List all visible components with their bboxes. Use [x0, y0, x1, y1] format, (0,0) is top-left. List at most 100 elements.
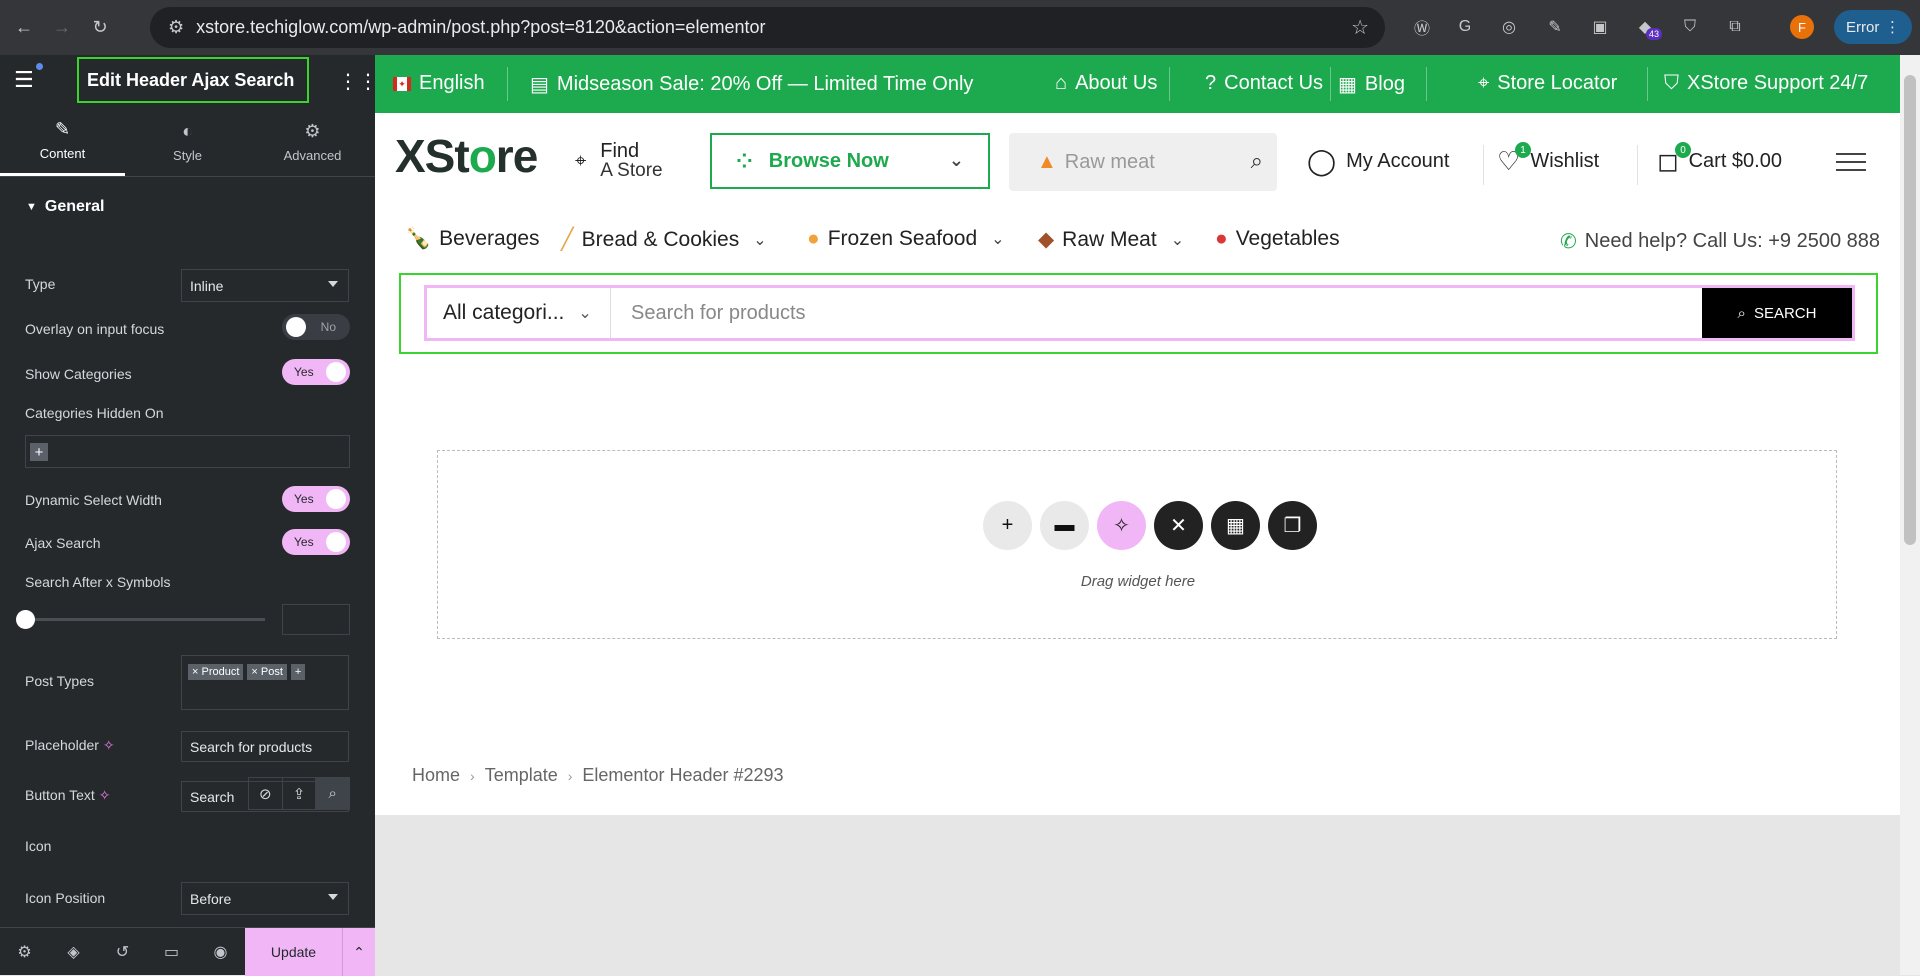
copy-icon[interactable]: ❐: [1268, 501, 1317, 550]
search-after-input[interactable]: [282, 604, 350, 635]
slider-handle[interactable]: [16, 610, 35, 629]
about-link[interactable]: ⌂ About Us: [1055, 72, 1157, 95]
cart-link[interactable]: ◻ 0 Cart $0.00: [1657, 142, 1782, 177]
forward-icon[interactable]: →: [48, 14, 76, 42]
product-search-input[interactable]: Search for products: [611, 288, 1702, 338]
category-value: All categori...: [443, 301, 565, 324]
translate-icon[interactable]: G: [1450, 12, 1480, 42]
icon-position-select[interactable]: Before: [181, 882, 349, 915]
support-link[interactable]: ⛉ XStore Support 24/7: [1664, 72, 1868, 95]
shield-check-icon: ⛉: [1664, 72, 1679, 94]
type-select[interactable]: Inline: [181, 269, 349, 302]
pencil-icon: ✎: [54, 119, 71, 139]
ai-sparkle-icon[interactable]: ✧: [99, 787, 111, 803]
add-icon[interactable]: +: [30, 443, 48, 461]
find-store-link[interactable]: ⌖ Find A Store: [575, 141, 663, 181]
overlay-toggle[interactable]: No: [282, 314, 350, 340]
ai-sparkle-icon[interactable]: ✧: [103, 737, 115, 753]
ticket-icon: ▤: [530, 74, 549, 96]
type-value: Inline: [190, 277, 224, 294]
menu-item-raw-meat[interactable]: ◆ Raw Meat ⌄: [1038, 227, 1184, 252]
address-bar[interactable]: ⚙ xstore.techiglow.com/wp-admin/post.php…: [150, 7, 1385, 48]
contact-link[interactable]: ? Contact Us: [1205, 72, 1323, 95]
browse-now-button[interactable]: ⁘ Browse Now ⌄: [710, 133, 990, 189]
add-icon[interactable]: +: [290, 664, 306, 680]
template-library-icon[interactable]: ▦: [1211, 501, 1260, 550]
language-switcher[interactable]: ✦ English: [393, 72, 485, 95]
menu-item-frozen-seafood[interactable]: ● Frozen Seafood ⌄: [807, 227, 1005, 251]
search-icon-option[interactable]: ⌕: [316, 778, 350, 809]
my-account-link[interactable]: ◯ My Account: [1307, 146, 1450, 177]
post-types-label: Post Types: [25, 673, 95, 689]
preview-eye-icon[interactable]: ◉: [196, 928, 245, 976]
layers-icon[interactable]: ◈: [49, 928, 98, 976]
back-icon[interactable]: ←: [10, 14, 38, 42]
screen-capture-icon[interactable]: ▣: [1585, 12, 1615, 42]
breadcrumb-template[interactable]: Template: [485, 765, 558, 786]
search-icon[interactable]: ⌕: [1251, 148, 1263, 174]
error-button[interactable]: Error ⋮: [1834, 10, 1912, 44]
extension-badge-icon[interactable]: ◆ 43: [1630, 12, 1663, 42]
site-logo[interactable]: XStore: [395, 129, 538, 183]
menu-item-beverages[interactable]: 🍾 Beverages: [405, 227, 540, 251]
header-search-input[interactable]: ▲ Raw meat ⌕: [1009, 133, 1277, 191]
category-select[interactable]: All categori... ⌄: [427, 288, 611, 338]
placeholder-input[interactable]: Search for products: [181, 731, 349, 762]
widget-dropzone[interactable]: + ▬ ✧ ✕ ▦ ❐ Drag widget here: [437, 450, 1837, 639]
menu-icon[interactable]: ☰: [14, 69, 36, 91]
post-type-chip[interactable]: × Product: [188, 664, 244, 680]
store-locator-link[interactable]: ⌖ Store Locator: [1478, 72, 1617, 95]
tab-label: Content: [39, 146, 86, 161]
add-section-icon[interactable]: +: [983, 501, 1032, 550]
reload-icon[interactable]: ↻: [86, 14, 114, 42]
responsive-icon[interactable]: ▭: [147, 928, 196, 976]
sync-icon[interactable]: ◎: [1494, 12, 1524, 42]
no-icon-option[interactable]: ⊘: [249, 778, 283, 809]
site-info-icon[interactable]: ⚙: [168, 17, 184, 38]
find-line-1: Find: [600, 140, 640, 162]
menu-item-bread[interactable]: ╱ Bread & Cookies ⌄: [561, 227, 767, 252]
panel-title: Edit Header Ajax Search: [77, 57, 309, 103]
blog-link[interactable]: ▦ Blog: [1338, 72, 1405, 97]
profile-avatar[interactable]: F: [1790, 15, 1814, 39]
account-label: My Account: [1346, 150, 1450, 172]
xstore-icon[interactable]: ✕: [1154, 501, 1203, 550]
post-types-field[interactable]: × Product × Post +: [181, 655, 349, 710]
folder-icon[interactable]: ▬: [1040, 501, 1089, 550]
tab-content[interactable]: ✎ Content: [0, 107, 125, 176]
search-button[interactable]: ⌕ SEARCH: [1702, 288, 1852, 338]
help-phone[interactable]: ✆ Need help? Call Us: +9 2500 888: [1560, 229, 1880, 254]
tab-advanced[interactable]: ⚙ Advanced: [250, 107, 375, 176]
history-icon[interactable]: ↺: [98, 928, 147, 976]
strawberry-icon: ●: [1215, 227, 1228, 250]
wordpress-icon[interactable]: Ⓦ: [1407, 12, 1437, 42]
upload-icon-option[interactable]: ⇪: [283, 778, 317, 809]
post-type-chip[interactable]: × Post: [247, 664, 287, 680]
eyedropper-icon[interactable]: ✎: [1540, 12, 1570, 42]
bookmark-star-icon[interactable]: ☆: [1351, 15, 1369, 40]
breadcrumb-home[interactable]: Home: [412, 765, 460, 786]
page-scrollbar[interactable]: [1900, 55, 1920, 975]
divider: [1426, 67, 1427, 101]
chevron-up-icon[interactable]: ⌃: [342, 928, 375, 976]
scrollbar-thumb[interactable]: [1904, 75, 1916, 545]
show-categories-toggle[interactable]: Yes: [282, 359, 350, 385]
tab-style[interactable]: ◐ Style: [125, 107, 250, 176]
phone-icon: ✆: [1560, 231, 1577, 253]
dynamic-width-toggle[interactable]: Yes: [282, 486, 350, 512]
ajax-search-toggle[interactable]: Yes: [282, 529, 350, 555]
ai-sparkle-icon[interactable]: ✧: [1097, 501, 1146, 550]
overlay-label: Overlay on input focus: [25, 321, 165, 337]
bread-icon: ╱: [561, 228, 574, 251]
promo-link[interactable]: ▤ Midseason Sale: 20% Off — Limited Time …: [530, 72, 973, 97]
hamburger-menu-icon[interactable]: [1825, 137, 1877, 187]
wishlist-link[interactable]: ♡ 1 Wishlist: [1497, 142, 1599, 177]
shield-icon[interactable]: ⛉: [1675, 12, 1705, 42]
categories-hidden-field[interactable]: +: [25, 435, 350, 468]
ajax-search-widget[interactable]: All categori... ⌄ Search for products ⌕ SE…: [399, 273, 1878, 354]
puzzle-icon[interactable]: ⧉: [1720, 12, 1750, 42]
settings-gear-icon[interactable]: ⚙: [0, 928, 49, 976]
update-button[interactable]: Update: [245, 928, 342, 976]
section-general[interactable]: ▼ General: [0, 177, 375, 237]
menu-item-vegetables[interactable]: ● Vegetables: [1215, 227, 1340, 251]
